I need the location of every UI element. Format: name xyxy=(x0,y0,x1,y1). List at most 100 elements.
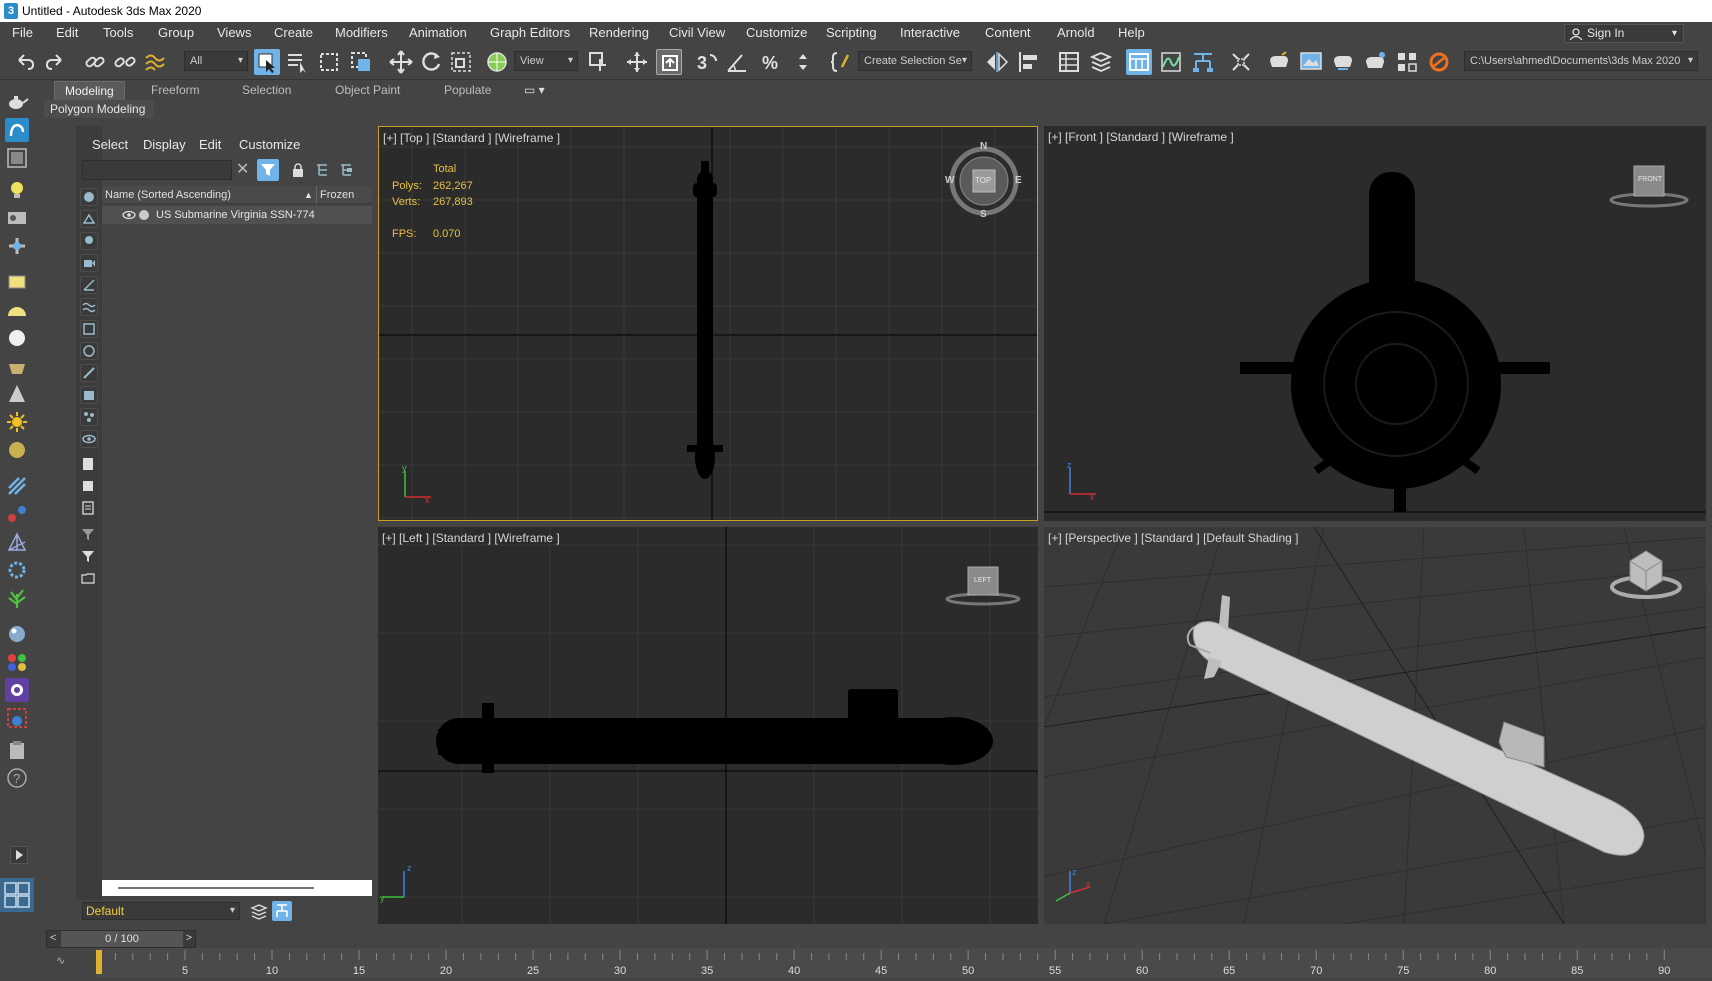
curve-editor-icon[interactable] xyxy=(1158,49,1184,75)
menu-views[interactable]: Views xyxy=(217,22,251,44)
display-bones-icon[interactable] xyxy=(80,364,98,382)
select-by-name-icon[interactable] xyxy=(284,49,310,75)
scale-icon[interactable] xyxy=(448,49,474,75)
undo-icon[interactable] xyxy=(12,49,38,75)
clipboard-icon[interactable] xyxy=(5,738,29,762)
toggle-layer-explorer-icon[interactable] xyxy=(1088,49,1114,75)
cone-icon[interactable] xyxy=(5,382,29,406)
menu-rendering[interactable]: Rendering xyxy=(589,22,649,44)
gallery-icon[interactable] xyxy=(1394,49,1420,75)
edit-named-selection-icon[interactable] xyxy=(828,49,854,75)
rectangular-selection-icon[interactable] xyxy=(316,49,342,75)
gold-sphere-icon[interactable] xyxy=(5,438,29,462)
render-in-cloud-icon[interactable] xyxy=(1362,49,1388,75)
filter-toggle-icon[interactable] xyxy=(257,159,279,181)
tab-freeform[interactable]: Freeform xyxy=(141,81,210,100)
pot-icon[interactable] xyxy=(5,354,29,378)
lock-icon[interactable] xyxy=(290,162,306,178)
display-containers-icon[interactable] xyxy=(80,386,98,404)
schematic-view-icon[interactable] xyxy=(1190,49,1216,75)
unlink-icon[interactable] xyxy=(112,49,138,75)
tab-modeling[interactable]: Modeling xyxy=(54,81,125,100)
time-slider-value[interactable]: 0 / 100 xyxy=(61,931,183,947)
filter-stack-icon[interactable] xyxy=(80,526,98,544)
menu-modifiers[interactable]: Modifiers xyxy=(335,22,388,44)
viewport-label-top[interactable]: [+] [Top ] [Standard ] [Wireframe ] xyxy=(383,131,560,145)
manipulate-icon[interactable] xyxy=(624,49,650,75)
view-cube-face[interactable]: FRONT xyxy=(1638,176,1662,183)
tab-selection[interactable]: Selection xyxy=(232,81,301,100)
eye-icon[interactable] xyxy=(122,209,136,221)
explorer-menu-select[interactable]: Select xyxy=(92,137,128,152)
explorer-search-input[interactable] xyxy=(82,160,232,180)
render-setup-icon[interactable] xyxy=(1266,49,1292,75)
selection-filter-dropdown[interactable]: All xyxy=(184,51,248,71)
tab-populate[interactable]: Populate xyxy=(434,81,501,100)
reference-coordinate-dropdown[interactable]: View xyxy=(514,51,578,71)
viewport-left[interactable]: [+] [Left ] [Standard ] [Wireframe ] LEF… xyxy=(378,527,1038,924)
selection-set-dropdown[interactable]: Create Selection Se xyxy=(858,51,972,71)
spring-icon[interactable] xyxy=(5,502,29,526)
select-and-place-icon[interactable] xyxy=(484,49,510,75)
rendered-frame-window-icon[interactable] xyxy=(1298,49,1324,75)
redo-icon[interactable] xyxy=(42,49,68,75)
percent-snap-icon[interactable]: % xyxy=(758,49,784,75)
ribbon-panel-polygon-modeling[interactable]: Polygon Modeling xyxy=(44,100,154,118)
light-bulb-icon[interactable] xyxy=(5,178,29,202)
window-crossing-icon[interactable] xyxy=(348,49,374,75)
glass-sphere-icon[interactable] xyxy=(5,622,29,646)
toggle-ribbon-icon[interactable] xyxy=(1126,49,1152,75)
menu-create[interactable]: Create xyxy=(274,22,313,44)
menu-scripting[interactable]: Scripting xyxy=(826,22,877,44)
menu-edit[interactable]: Edit xyxy=(56,22,78,44)
explorer-menu-display[interactable]: Display xyxy=(143,137,186,152)
layer-dropdown[interactable]: Default ▾ xyxy=(82,902,240,920)
viewport-label-perspective[interactable]: [+] [Perspective ] [Standard ] [Default … xyxy=(1048,531,1298,545)
align-icon[interactable] xyxy=(1016,49,1042,75)
viewport-layout-icon[interactable] xyxy=(0,878,34,912)
time-ruler[interactable]: 051015202530354045505560657075808590 xyxy=(95,948,1712,978)
snaps-toggle-icon[interactable]: 3 xyxy=(694,49,720,75)
filter-icon[interactable] xyxy=(80,548,98,566)
viewport-front[interactable]: [+] [Front ] [Standard ] [Wireframe ] FR… xyxy=(1044,126,1706,521)
pivot-center-icon[interactable] xyxy=(586,49,612,75)
menu-group[interactable]: Group xyxy=(158,22,194,44)
tab-object-paint[interactable]: Object Paint xyxy=(325,81,410,100)
layers-icon[interactable] xyxy=(250,902,268,920)
particle-icon[interactable] xyxy=(5,558,29,582)
menu-customize[interactable]: Customize xyxy=(746,22,807,44)
mirror-icon[interactable] xyxy=(984,49,1010,75)
dome-icon[interactable] xyxy=(5,298,29,322)
display-shapes-icon[interactable] xyxy=(80,210,98,228)
time-slider[interactable]: < 0 / 100 > xyxy=(46,930,196,948)
menu-tools[interactable]: Tools xyxy=(103,22,133,44)
compound-icon[interactable] xyxy=(5,530,29,554)
help-icon[interactable]: ? xyxy=(5,766,29,790)
column-frozen[interactable]: Frozen xyxy=(316,186,354,204)
menu-file[interactable]: File xyxy=(12,22,33,44)
explorer-menu-edit[interactable]: Edit xyxy=(199,137,221,152)
toggle-scene-explorer-icon[interactable] xyxy=(1056,49,1082,75)
ribbon-options-icon[interactable]: ▭ ▾ xyxy=(514,81,555,100)
teapot-icon[interactable] xyxy=(5,90,29,114)
folder-icon[interactable] xyxy=(80,570,98,588)
bind-space-warp-icon[interactable] xyxy=(142,49,168,75)
sphere-icon[interactable] xyxy=(5,326,29,350)
menu-content[interactable]: Content xyxy=(985,22,1031,44)
rotate-icon[interactable] xyxy=(418,49,444,75)
horizontal-scrollbar[interactable] xyxy=(102,880,372,896)
display-particles-icon[interactable] xyxy=(80,408,98,426)
angle-snap-icon[interactable] xyxy=(724,49,750,75)
display-groups-icon[interactable] xyxy=(80,320,98,338)
next-frame-button[interactable]: > xyxy=(186,932,192,944)
hierarchy-icon[interactable] xyxy=(5,146,29,170)
spinner-snap-icon[interactable] xyxy=(790,49,816,75)
utilities-icon[interactable] xyxy=(5,234,29,258)
render-production-icon[interactable] xyxy=(1330,49,1356,75)
menu-animation[interactable]: Animation xyxy=(409,22,467,44)
explorer-menu-customize[interactable]: Customize xyxy=(239,137,300,152)
column-name[interactable]: Name (Sorted Ascending) xyxy=(105,186,231,204)
clear-search-icon[interactable]: ✕ xyxy=(236,161,252,179)
menu-interactive[interactable]: Interactive xyxy=(900,22,960,44)
layer-page-icon[interactable] xyxy=(80,478,98,496)
